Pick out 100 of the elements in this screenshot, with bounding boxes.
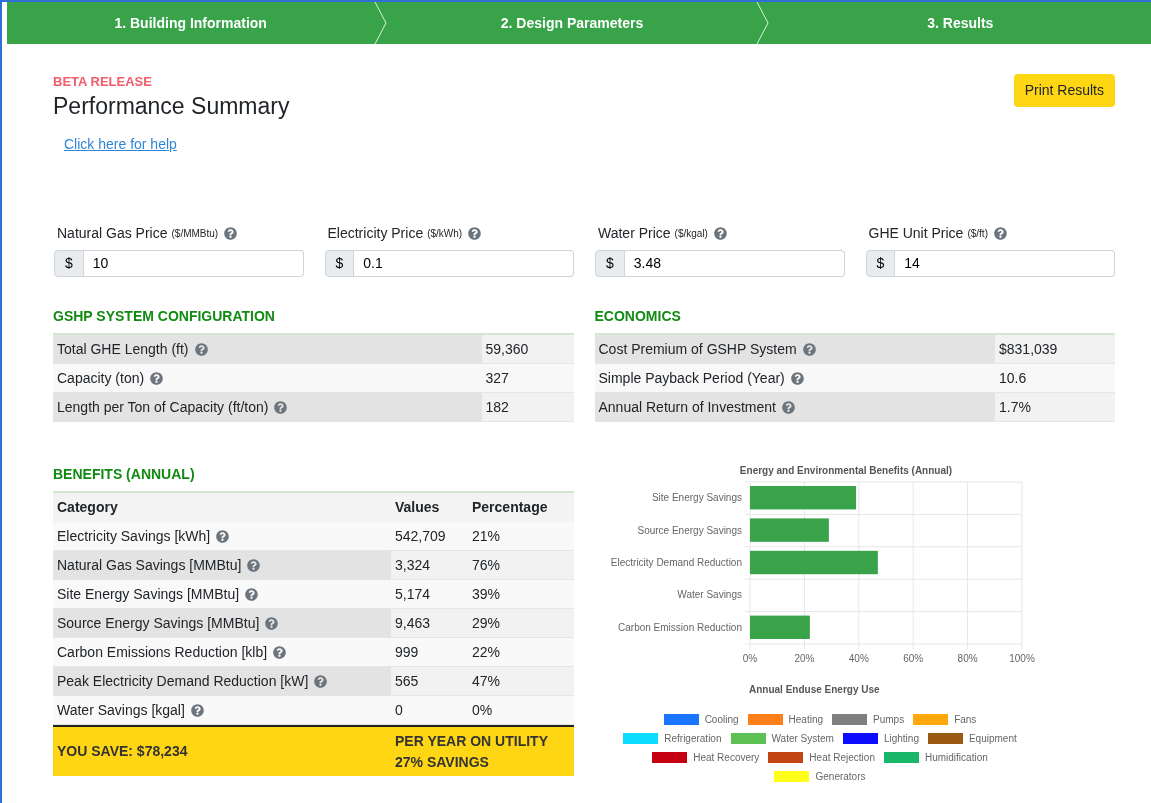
legend-label: Heat Recovery <box>693 751 760 766</box>
row-label: Cost Premium of GSHP System <box>598 339 797 359</box>
column-header: Category <box>57 498 118 518</box>
value-cell-text: 542,709 <box>395 526 446 546</box>
help-icon[interactable] <box>245 587 259 601</box>
field-label: Water Price <box>598 224 671 244</box>
unit-label: ($/kWh) <box>427 227 463 242</box>
legend-label: Heating <box>788 713 823 728</box>
axis-label: Site Energy Savings <box>651 492 742 504</box>
currency-prefix: $ <box>324 250 355 278</box>
help-icon[interactable] <box>150 371 164 385</box>
row-value: 59,360 <box>485 339 529 359</box>
axis-label: Electricity Demand Reduction <box>610 557 742 569</box>
percentage-cell-text: 21% <box>472 526 501 546</box>
legend-label: Cooling <box>704 713 739 728</box>
legend-label: Refrigeration <box>664 732 722 747</box>
percentage-cell-text: 29% <box>472 613 501 633</box>
unit-label: ($/MMBtu) <box>171 227 219 242</box>
field-label: Natural Gas Price <box>57 224 168 244</box>
chevron-icon <box>374 2 389 44</box>
price-field[interactable]: 0.1 <box>354 250 574 278</box>
legend-label: Heat Rejection <box>809 751 875 766</box>
legend-label: Equipment <box>968 732 1017 747</box>
row-label: Annual Return of Investment <box>598 397 776 417</box>
row-value: 10.6 <box>999 368 1027 388</box>
row-label: Length per Ton of Capacity (ft/ton) <box>57 397 269 417</box>
value-cell-text: 9,463 <box>395 613 431 633</box>
page-title: Performance Summary <box>53 91 290 121</box>
section-title: BENEFITS (ANNUAL) <box>53 465 195 485</box>
price-field[interactable]: 14 <box>895 250 1115 278</box>
value-cell-text: 565 <box>395 671 419 691</box>
tick-label: 40% <box>848 653 869 665</box>
column-header: Values <box>395 498 440 518</box>
bar <box>750 615 810 640</box>
help-icon[interactable] <box>994 227 1007 241</box>
legend-label: Humidification <box>924 751 988 766</box>
tick-label: 20% <box>794 653 815 665</box>
price-field[interactable]: 3.48 <box>624 250 845 278</box>
value-cell-text: 5,174 <box>395 584 431 604</box>
category-cell-text: Water Savings [kgal] <box>57 700 185 720</box>
legend-label: Generators <box>815 770 866 785</box>
chart-title: Energy and Environmental Benefits (Annual) <box>739 465 953 477</box>
percentage-cell-text: 22% <box>472 642 501 662</box>
category-cell-text: Site Energy Savings [MMBtu] <box>57 584 240 604</box>
category-cell-text: Electricity Savings [kWh] <box>57 526 211 546</box>
help-link[interactable]: Click here for help <box>64 134 177 156</box>
tick-label: 60% <box>903 653 924 665</box>
chart-title: Annual Enduse Energy Use <box>749 683 880 698</box>
savings-note: PER YEAR ON UTILITY <box>395 731 549 751</box>
legend-label: Lighting <box>883 732 919 747</box>
value-cell-text: 0 <box>395 700 403 720</box>
help-icon[interactable] <box>468 227 482 241</box>
percentage-cell-text: 39% <box>472 584 501 604</box>
help-icon[interactable] <box>790 371 804 385</box>
tick-label: 100% <box>1009 653 1035 665</box>
row-label: Total GHE Length (ft) <box>57 339 189 359</box>
help-icon[interactable] <box>713 227 727 241</box>
currency-prefix: $ <box>54 250 84 278</box>
column-header: Percentage <box>472 498 548 518</box>
percentage-cell-text: 0% <box>472 700 493 720</box>
help-icon[interactable] <box>781 400 795 414</box>
legend-label: Pumps <box>873 713 905 728</box>
row-value: 182 <box>485 397 509 417</box>
category-cell-text: Peak Electricity Demand Reduction [kW] <box>57 671 309 691</box>
percentage-cell-text: 47% <box>472 671 501 691</box>
help-icon[interactable] <box>224 227 238 241</box>
field-label: GHE Unit Price <box>868 224 964 244</box>
help-icon[interactable] <box>274 400 288 414</box>
help-icon[interactable] <box>194 342 208 356</box>
help-icon[interactable] <box>314 674 328 688</box>
category-cell-text: Carbon Emissions Reduction [klb] <box>57 642 268 662</box>
value-cell-text: 3,324 <box>395 555 431 575</box>
currency-prefix: $ <box>595 250 625 278</box>
chevron-icon <box>755 2 770 44</box>
percentage-cell-text: 76% <box>472 555 501 575</box>
axis-label: Water Savings <box>677 589 742 601</box>
help-icon[interactable] <box>190 703 204 717</box>
axis-label: Carbon Emission Reduction <box>618 622 742 634</box>
help-icon[interactable] <box>265 616 279 630</box>
unit-label: ($/ft) <box>967 227 988 242</box>
row-label: Capacity (ton) <box>57 368 145 388</box>
beta-label: BETA RELEASE <box>53 73 152 91</box>
print-button[interactable]: Print Results <box>1013 74 1115 107</box>
help-icon[interactable] <box>802 342 816 356</box>
row-label: Simple Payback Period (Year) <box>598 368 785 388</box>
row-value: 327 <box>485 368 509 388</box>
legend-label: Water System <box>771 732 834 747</box>
axis-label: Source Energy Savings <box>637 524 742 536</box>
savings-note: 27% SAVINGS <box>395 752 490 772</box>
help-icon[interactable] <box>273 645 287 659</box>
category-cell-text: Natural Gas Savings [MMBtu] <box>57 555 242 575</box>
price-field[interactable]: 10 <box>83 250 304 278</box>
help-icon[interactable] <box>247 558 261 572</box>
row-value: $831,039 <box>999 339 1058 359</box>
tick-label: 0% <box>742 653 758 665</box>
tick-label: 80% <box>957 653 978 665</box>
section-title: ECONOMICS <box>594 307 681 327</box>
category-cell-text: Source Energy Savings [MMBtu] <box>57 613 260 633</box>
savings-amount: YOU SAVE: $78,234 <box>57 742 188 762</box>
help-icon[interactable] <box>216 529 230 543</box>
